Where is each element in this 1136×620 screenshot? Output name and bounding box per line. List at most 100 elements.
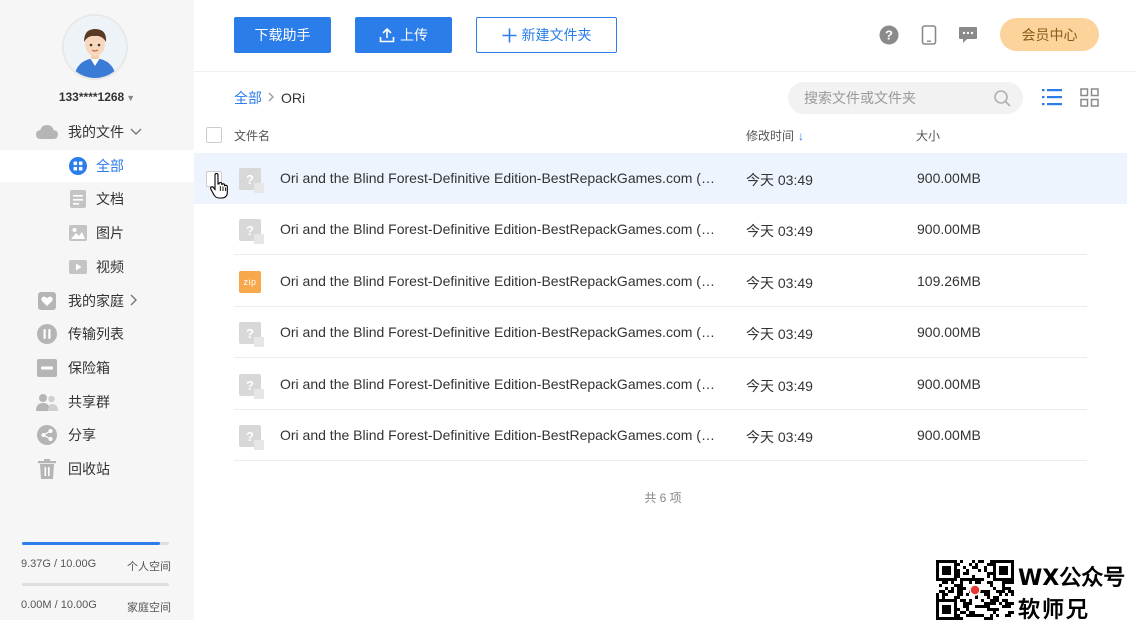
unknown-file-badge: ? <box>239 374 264 399</box>
unknown-file-icon: ? <box>239 219 264 244</box>
row-divider <box>234 254 1087 255</box>
nav-images[interactable]: 图片 <box>0 217 194 249</box>
cloud-icon <box>36 121 58 143</box>
nav-my-family[interactable]: 我的家庭 <box>0 285 194 317</box>
personal-quota-bar <box>22 542 169 545</box>
column-size-header[interactable]: 大小 <box>916 127 940 144</box>
sort-down-arrow-icon: ↓ <box>798 129 805 143</box>
grid-view-icon[interactable] <box>1080 88 1099 110</box>
personal-quota-used: 9.37G / 10.00G <box>21 558 97 570</box>
unknown-file-badge: ? <box>239 219 264 244</box>
personal-quota-fill <box>22 542 160 545</box>
table-row[interactable]: zip Ori and the Blind Forest-Definitive … <box>194 256 1127 307</box>
file-size: 900.00MB <box>917 170 981 186</box>
file-size: 900.00MB <box>917 221 981 237</box>
username[interactable]: 133****1268 ▼ <box>0 90 194 104</box>
username-text: 133****1268 <box>58 90 125 104</box>
download-assistant-button[interactable]: 下载助手 <box>234 17 331 53</box>
help-icon[interactable]: ? <box>878 24 900 46</box>
trash-icon <box>36 458 58 480</box>
breadcrumb-current: ORi <box>281 90 306 106</box>
breadcrumb-root[interactable]: 全部 <box>234 88 262 108</box>
search-input[interactable] <box>804 90 984 106</box>
table-row[interactable]: ? Ori and the Blind Forest-Definitive Ed… <box>194 204 1127 255</box>
table-row[interactable]: ? Ori and the Blind Forest-Definitive Ed… <box>194 410 1127 461</box>
unknown-file-icon: ? <box>239 425 264 450</box>
grid-icon <box>68 156 88 176</box>
nav-documents[interactable]: 文档 <box>0 183 194 215</box>
nav-safe[interactable]: 保险箱 <box>0 352 194 384</box>
file-size: 900.00MB <box>917 324 981 340</box>
row-divider <box>234 460 1087 461</box>
file-modified-time: 今天 03:49 <box>746 429 813 445</box>
message-icon[interactable] <box>957 24 979 46</box>
file-name[interactable]: Ori and the Blind Forest-Definitive Edit… <box>280 221 720 237</box>
upload-label: 上传 <box>400 27 428 43</box>
nav-transfer-list[interactable]: 传输列表 <box>0 318 194 350</box>
file-name[interactable]: Ori and the Blind Forest-Definitive Edit… <box>280 427 720 443</box>
family-quota: 0.00M / 10.00G 家庭空间 <box>21 599 171 615</box>
nav-label: 我的文件 <box>68 124 124 140</box>
toolbar: 下载助手 上传 新建文件夹 ? 会员中心 <box>194 0 1136 72</box>
nav-label: 传输列表 <box>68 326 124 342</box>
nav-my-files[interactable]: 我的文件 <box>0 116 194 148</box>
select-all-checkbox[interactable] <box>206 127 222 143</box>
nav-label: 图片 <box>96 225 124 241</box>
nav-share[interactable]: 分享 <box>0 419 194 451</box>
search-icon[interactable] <box>994 90 1011 110</box>
nav-recycle-bin[interactable]: 回收站 <box>0 453 194 485</box>
nav-label: 我的家庭 <box>68 293 124 309</box>
search-box <box>788 82 1023 114</box>
video-icon <box>68 257 88 277</box>
file-name[interactable]: Ori and the Blind Forest-Definitive Edit… <box>280 170 720 186</box>
avatar[interactable] <box>64 16 126 78</box>
column-time-header[interactable]: 修改时间 ↓ <box>746 127 804 144</box>
file-name[interactable]: Ori and the Blind Forest-Definitive Edit… <box>280 324 720 340</box>
caret-down-icon: ▼ <box>126 93 136 103</box>
document-icon <box>68 189 88 209</box>
nav-videos[interactable]: 视频 <box>0 251 194 283</box>
nav-label: 回收站 <box>68 461 110 477</box>
image-icon <box>68 223 88 243</box>
watermark-line1: WX公众号 <box>1018 566 1126 591</box>
nav-label: 视频 <box>96 259 124 275</box>
unknown-file-badge: ? <box>239 168 264 193</box>
file-modified-time: 今天 03:49 <box>746 275 813 291</box>
file-name[interactable]: Ori and the Blind Forest-Definitive Edit… <box>280 273 720 289</box>
family-quota-used: 0.00M / 10.00G <box>21 599 97 611</box>
list-view-icon[interactable] <box>1042 88 1062 109</box>
unknown-file-icon: ? <box>239 322 264 347</box>
transfer-icon <box>36 323 58 345</box>
group-icon <box>36 391 58 413</box>
plus-icon <box>502 28 517 43</box>
mobile-icon[interactable] <box>918 24 940 46</box>
table-row[interactable]: ? Ori and the Blind Forest-Definitive Ed… <box>194 359 1127 410</box>
safe-icon <box>36 357 58 379</box>
watermark-line2: 软师兄 <box>1018 598 1091 620</box>
chevron-down-icon <box>130 125 142 139</box>
zip-file-icon: zip <box>239 271 261 293</box>
upload-button[interactable]: 上传 <box>355 17 452 53</box>
new-folder-label: 新建文件夹 <box>521 27 592 43</box>
new-folder-button[interactable]: 新建文件夹 <box>476 17 617 53</box>
watermark: WX公众号 软师兄 <box>936 558 1136 620</box>
file-name[interactable]: Ori and the Blind Forest-Definitive Edit… <box>280 376 720 392</box>
table-row[interactable]: ? Ori and the Blind Forest-Definitive Ed… <box>194 307 1127 358</box>
qr-code-icon <box>936 560 1014 620</box>
file-modified-time: 今天 03:49 <box>746 378 813 394</box>
column-name-header[interactable]: 文件名 <box>234 127 270 144</box>
vip-center-button[interactable]: 会员中心 <box>1000 18 1099 51</box>
svg-text:?: ? <box>885 28 893 43</box>
nav-label: 分享 <box>68 427 96 443</box>
file-modified-time: 今天 03:49 <box>746 172 813 188</box>
file-size: 900.00MB <box>917 376 981 392</box>
file-size: 900.00MB <box>917 427 981 443</box>
personal-quota-label: 个人空间 <box>127 561 171 573</box>
nav-share-group[interactable]: 共享群 <box>0 386 194 418</box>
file-size: 109.26MB <box>917 273 981 289</box>
table-header: 文件名 修改时间 ↓ 大小 <box>194 120 1136 150</box>
table-row[interactable]: ? Ori and the Blind Forest-Definitive Ed… <box>194 153 1127 204</box>
family-quota-bar <box>22 583 169 586</box>
nav-all[interactable]: 全部 <box>0 150 194 182</box>
row-divider <box>234 357 1087 358</box>
